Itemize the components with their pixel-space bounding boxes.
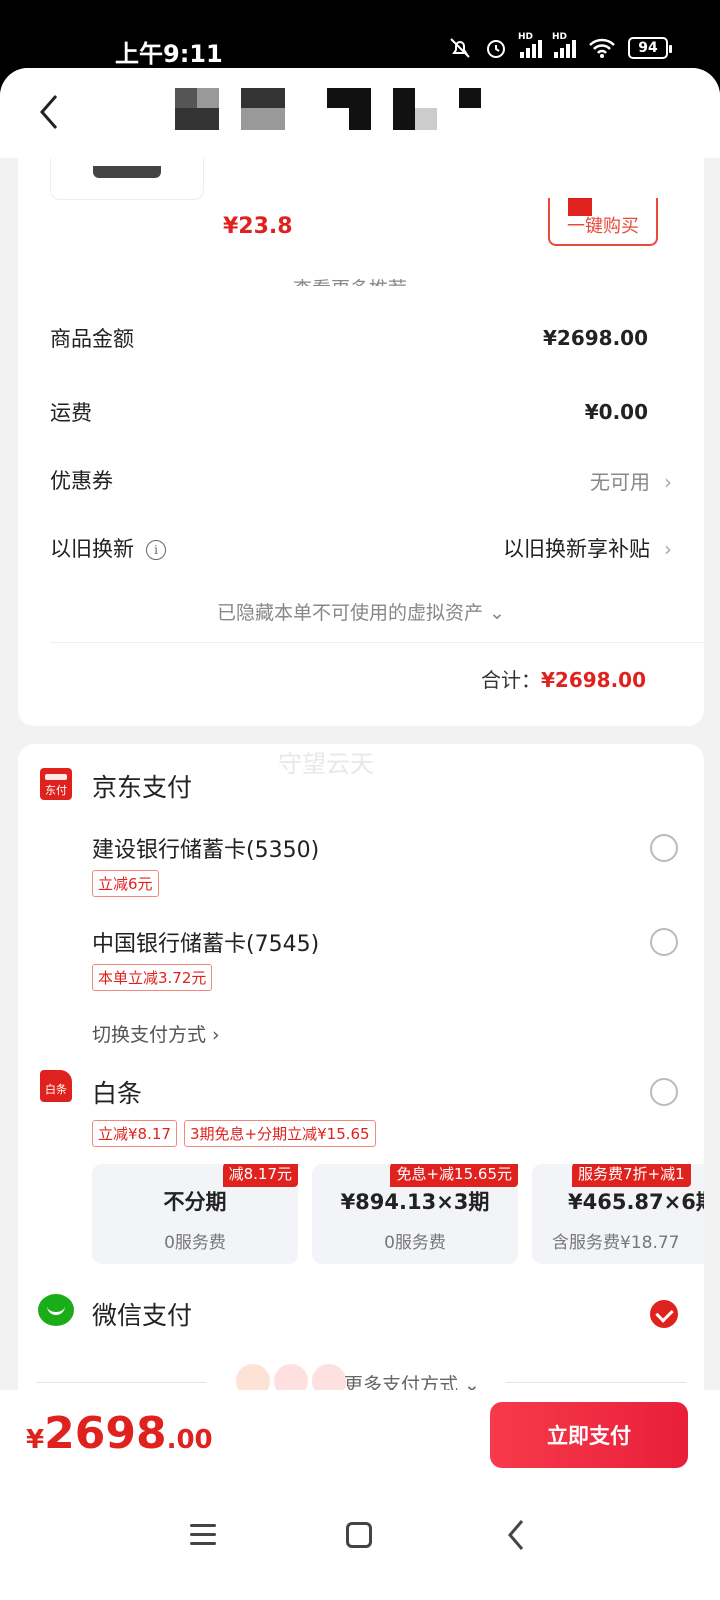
wifi-icon [589, 38, 615, 58]
plan-main: ¥894.13×3期 [340, 1190, 490, 1214]
signal-icon: HD [552, 32, 576, 58]
menu-icon[interactable] [190, 1524, 216, 1546]
checkout-amount: ¥2698.00 [26, 1408, 213, 1459]
coupon-value: 无可用 [590, 469, 650, 494]
currency-symbol: ¥ [26, 1425, 45, 1455]
baitiao-title: 白条 [92, 1079, 143, 1108]
goods-amount-value: ¥2698.00 [542, 326, 648, 350]
shipping-row: 运费 ¥0.00 [50, 392, 648, 432]
checkout-bar: ¥2698.00 立即支付 [0, 1390, 720, 1600]
home-icon[interactable] [346, 1522, 372, 1548]
status-icons: HD HD 94 [448, 32, 672, 60]
bank-card-ccb[interactable]: 建设银行储蓄卡(5350) [92, 832, 319, 864]
divider [506, 1382, 686, 1383]
obscured-title-icon [175, 88, 495, 132]
wechat-pay-title: 微信支付 [92, 1301, 193, 1330]
plan-sub: 0服务费 [384, 1233, 446, 1253]
baitiao-discount-tag: 立减¥8.17 [92, 1120, 177, 1147]
product-thumbnail[interactable] [50, 158, 204, 200]
amount-integer: 2698 [44, 1408, 167, 1459]
top-nav [0, 68, 720, 158]
switch-payment-link[interactable]: 切换支付方式 › [92, 1020, 220, 1047]
installment-plans: 减8.17元 不分期 0服务费 免息+减15.65元 ¥894.13×3期 0服… [92, 1164, 704, 1264]
bank-card-boc[interactable]: 中国银行储蓄卡(7545) [92, 926, 319, 958]
tradein-label: 以旧换新 [50, 537, 134, 561]
plan-option[interactable]: 免息+减15.65元 ¥894.13×3期 0服务费 [312, 1164, 518, 1264]
coupon-row[interactable]: 优惠券 无可用 › [50, 460, 672, 500]
total-value: ¥2698.00 [540, 668, 646, 692]
shipping-value: ¥0.00 [584, 400, 648, 424]
one-click-buy-button[interactable]: 一键购买 [548, 198, 658, 246]
pay-now-button[interactable]: 立即支付 [490, 1402, 688, 1468]
radio-wechat[interactable] [650, 1300, 678, 1328]
plan-option[interactable]: 服务费7折+减1 ¥465.87×6期 含服务费¥18.77 [532, 1164, 704, 1264]
divider [50, 642, 704, 643]
plan-sub: 0服务费 [164, 1233, 226, 1253]
back-arrow-icon[interactable] [36, 92, 64, 132]
boc-discount-tag: 本单立减3.72元 [92, 964, 213, 991]
tradein-row[interactable]: 以旧换新 i 以旧换新享补贴 › [50, 528, 672, 568]
plan-badge: 免息+减15.65元 [390, 1164, 518, 1187]
battery-icon: 94 [628, 37, 672, 59]
price-summary-card: 商品金额 ¥2698.00 运费 ¥0.00 优惠券 无可用 › 以旧换新 i 以旧… [18, 286, 704, 726]
plan-sub: 含服务费¥18.77 [552, 1233, 680, 1253]
alarm-icon [487, 40, 505, 58]
total-label: 合计： [480, 668, 541, 692]
plan-badge: 减8.17元 [222, 1164, 298, 1187]
hd-label: HD [552, 32, 568, 42]
mute-icon [450, 38, 470, 58]
chevron-right-icon: › [664, 537, 672, 561]
ccb-discount-tag: 立减6元 [92, 870, 159, 897]
radio-boc[interactable] [650, 928, 678, 956]
hd-label: HD [518, 32, 534, 42]
baitiao-installment-tag: 3期免息+分期立减¥15.65 [184, 1120, 376, 1147]
goods-amount-label: 商品金额 [50, 327, 134, 351]
coupon-label: 优惠券 [50, 469, 113, 493]
system-nav-bar [0, 1500, 720, 1600]
plan-badge: 服务费7折+减1 [572, 1164, 691, 1187]
tradein-value: 以旧换新享补贴 [503, 537, 650, 561]
divider [36, 1382, 206, 1383]
status-time: 上午9:11 [115, 40, 223, 68]
payment-methods-card: 守望云天 东付 京东支付 建设银行储蓄卡(5350) 立减6元 中国银行储蓄卡(… [18, 744, 704, 1444]
order-total: 合计：¥2698.00 [481, 664, 646, 693]
hidden-assets-toggle[interactable]: 已隐藏本单不可使用的虚拟资产 ⌄ [18, 598, 704, 625]
chevron-right-icon: › [664, 469, 672, 494]
watermark: 守望云天 [278, 750, 374, 778]
baitiao-icon: 白条 [40, 1070, 72, 1102]
plan-main: ¥465.87×6期 [568, 1190, 704, 1214]
recommend-price: ¥23.8 [223, 214, 293, 239]
amount-decimal: .00 [166, 1425, 213, 1455]
signal-icon: HD [518, 32, 542, 58]
shipping-label: 运费 [50, 401, 92, 425]
plan-option[interactable]: 减8.17元 不分期 0服务费 [92, 1164, 298, 1264]
plan-main: 不分期 [163, 1190, 227, 1214]
goods-amount-row: 商品金额 ¥2698.00 [50, 318, 648, 358]
radio-ccb[interactable] [650, 834, 678, 862]
order-page: ¥23.8 一键购买 查看更多推荐 ⌄ 商品金额 ¥2698.00 运费 ¥0.… [0, 68, 720, 1600]
jd-pay-title: 京东支付 [92, 773, 193, 802]
jd-pay-icon: 东付 [40, 768, 72, 800]
wechat-pay-icon [38, 1294, 74, 1326]
info-icon[interactable]: i [146, 540, 166, 560]
back-icon[interactable] [506, 1518, 526, 1552]
radio-baitiao[interactable] [650, 1078, 678, 1106]
